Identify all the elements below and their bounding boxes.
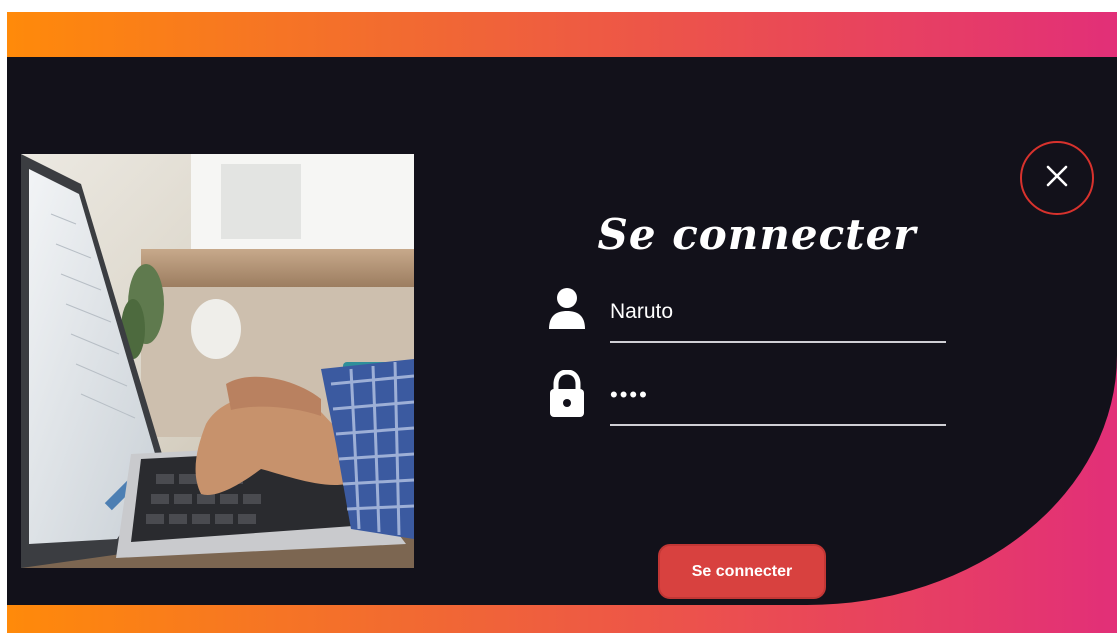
laptop-photo	[21, 154, 414, 568]
user-icon	[547, 287, 587, 335]
close-icon	[1044, 163, 1070, 194]
username-field	[547, 287, 947, 343]
username-input[interactable]	[610, 295, 940, 329]
password-underline	[610, 424, 946, 426]
username-underline	[610, 341, 946, 343]
lock-icon	[547, 369, 587, 418]
page-title: Se connecter	[597, 210, 917, 259]
password-input[interactable]	[610, 378, 940, 412]
password-field	[547, 369, 947, 426]
login-submit-button[interactable]: Se connecter	[658, 544, 826, 599]
login-window: Se connecter Naruto Se connecter	[7, 12, 1117, 633]
close-button[interactable]	[1020, 141, 1094, 215]
login-panel: Se connecter Naruto Se connecter	[7, 57, 1117, 605]
